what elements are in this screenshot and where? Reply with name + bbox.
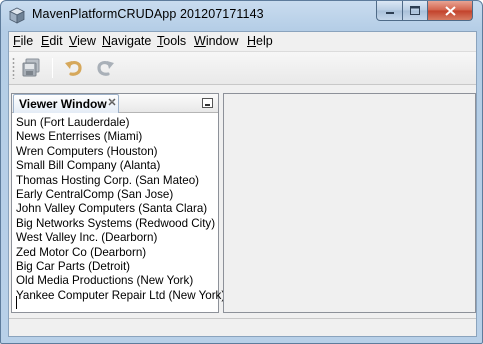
toolbar-separator: [52, 58, 53, 78]
editor-area[interactable]: [223, 93, 476, 313]
tab-close-icon[interactable]: [108, 98, 117, 108]
text-caret: [16, 296, 17, 309]
redo-button[interactable]: [93, 56, 119, 80]
save-all-button[interactable]: [18, 56, 44, 80]
menu-file[interactable]: File: [13, 34, 33, 48]
client-area: File Edit View Navigate Tools Window Hel…: [8, 31, 477, 337]
list-item[interactable]: Early CentralComp (San Jose): [16, 188, 216, 202]
list-item[interactable]: Big Car Parts (Detroit): [16, 260, 216, 274]
list-item[interactable]: Old Media Productions (New York): [16, 274, 216, 288]
viewer-window-header: Viewer Window: [12, 94, 218, 113]
redo-icon: [97, 61, 114, 76]
close-icon: [444, 5, 456, 16]
minimize-button[interactable]: [376, 1, 403, 21]
window-title: MavenPlatformCRUDApp 201207171143: [32, 7, 264, 21]
title-bar[interactable]: MavenPlatformCRUDApp 201207171143: [1, 1, 482, 31]
list-item[interactable]: Sun (Fort Lauderdale): [16, 116, 216, 130]
menu-edit[interactable]: Edit: [41, 34, 63, 48]
menu-tools[interactable]: Tools: [157, 34, 186, 48]
maximize-icon: [410, 5, 420, 15]
list-item[interactable]: Thomas Hosting Corp. (San Mateo): [16, 174, 216, 188]
menu-help[interactable]: Help: [247, 34, 273, 48]
menu-window[interactable]: Window: [194, 34, 238, 48]
list-item[interactable]: John Valley Computers (Santa Clara): [16, 202, 216, 216]
list-item[interactable]: Wren Computers (Houston): [16, 145, 216, 159]
list-item[interactable]: Big Networks Systems (Redwood City): [16, 217, 216, 231]
menu-navigate[interactable]: Navigate: [102, 34, 151, 48]
menu-bar: File Edit View Navigate Tools Window Hel…: [9, 32, 476, 52]
maximize-button[interactable]: [402, 1, 428, 21]
minimize-icon: [385, 11, 394, 14]
toolbar: [9, 52, 476, 85]
undo-button[interactable]: [60, 56, 86, 80]
undo-icon: [65, 61, 82, 76]
app-cube-icon: [9, 7, 25, 24]
close-button[interactable]: [427, 1, 473, 21]
panel-minimize-button[interactable]: [202, 98, 213, 108]
list-item[interactable]: Zed Motor Co (Dearborn): [16, 246, 216, 260]
save-all-icon: [22, 58, 40, 77]
customer-list[interactable]: Sun (Fort Lauderdale) News Enterrises (M…: [16, 116, 225, 303]
toolbar-grip[interactable]: [12, 57, 15, 79]
list-item[interactable]: Small Bill Company (Alanta): [16, 159, 216, 173]
tab-viewer-window[interactable]: Viewer Window: [13, 94, 119, 113]
list-item[interactable]: Yankee Computer Repair Ltd (New York): [16, 289, 225, 303]
app-window: MavenPlatformCRUDApp 201207171143 File E…: [0, 0, 483, 344]
list-item[interactable]: News Enterrises (Miami): [16, 130, 216, 144]
status-bar: [9, 318, 476, 336]
viewer-window-panel: Viewer Window Sun (Fort Lauderdale) News…: [11, 93, 225, 313]
list-item[interactable]: West Valley Inc. (Dearborn): [16, 231, 216, 245]
viewer-window-tab-label: Viewer Window: [19, 97, 107, 111]
menu-view[interactable]: View: [69, 34, 96, 48]
